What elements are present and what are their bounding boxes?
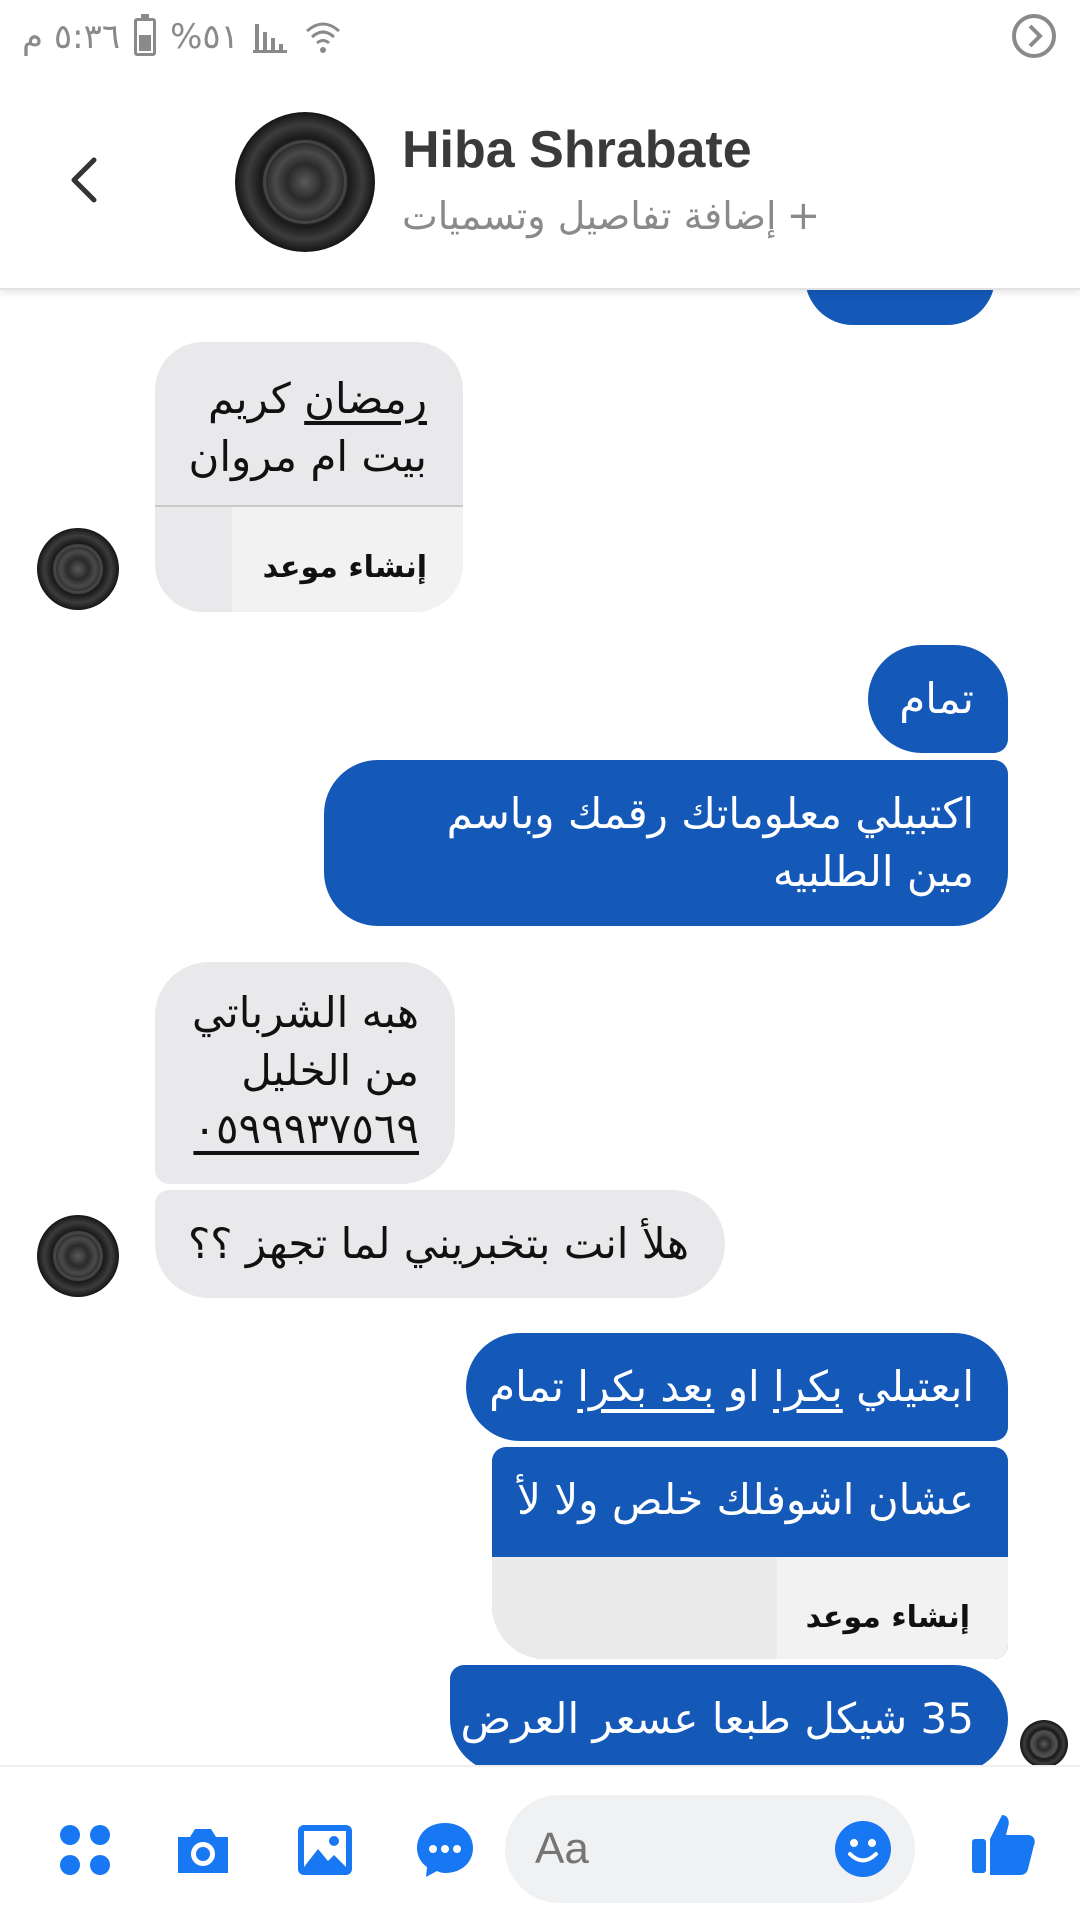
like-thumb-icon[interactable]	[968, 1809, 1038, 1879]
message-bubble-outgoing[interactable]: عشان اشوفلك خلص ولا لأ إنشاء موعد	[492, 1447, 1008, 1659]
message-bubble-incoming[interactable]: هبه الشرباتي من الخليل ٠٥٩٩٩٣٧٥٦٩	[155, 962, 455, 1184]
status-left: ٥:٣٦ م %٥١	[22, 12, 343, 62]
battery-percent: %٥١	[170, 17, 239, 57]
message-bubble-outgoing[interactable]: تمام	[868, 645, 1008, 753]
message-bubble-outgoing[interactable]: 35 شيكل طبعا عسعر العرض	[450, 1665, 1008, 1765]
contact-avatar[interactable]	[235, 112, 375, 252]
apps-menu-icon[interactable]	[54, 1819, 116, 1881]
message-text: ابعتيلي	[842, 1362, 974, 1411]
conversation-header: Hiba Shrabate إضافة تفاصيل وتسميات +	[0, 75, 1080, 290]
message-text: عشان اشوفلك خلص ولا لأ	[516, 1475, 974, 1524]
gallery-icon[interactable]	[294, 1819, 356, 1881]
wifi-icon	[305, 22, 340, 53]
message-text: 35 شيكل طبعا عسعر العرض	[460, 1694, 974, 1743]
message-text: او	[714, 1362, 774, 1411]
create-appointment-label: إنشاء موعد	[262, 550, 427, 585]
camera-icon[interactable]	[172, 1819, 234, 1881]
message-composer	[0, 1765, 1080, 1920]
signal-icon	[252, 24, 287, 53]
action-divider	[492, 1557, 777, 1659]
message-list[interactable]: رمضان كريم بيت ام مروان إنشاء موعد تمام …	[0, 290, 1080, 1765]
chat-bubble-icon[interactable]	[414, 1819, 476, 1881]
message-text-line: بيت ام مروان	[188, 432, 427, 481]
create-appointment-button[interactable]: إنشاء موعد	[492, 1557, 1008, 1659]
sender-avatar[interactable]	[37, 1215, 119, 1297]
add-details-label: إضافة تفاصيل وتسميات	[402, 194, 777, 238]
message-bubble-outgoing[interactable]: ابعتيلي بكرا او بعد بكرا تمام	[466, 1333, 1008, 1441]
message-bubble-outgoing[interactable]: اكتبيلي معلوماتك رقمك وباسم مين الطلبيه	[324, 760, 1008, 926]
emoji-icon[interactable]	[833, 1819, 893, 1879]
message-text: هلأ انت بتخبريني لما تجهز ؟؟	[187, 1219, 689, 1268]
back-arrow-icon[interactable]	[60, 150, 110, 210]
create-appointment-label: إنشاء موعد	[805, 1600, 970, 1635]
phone-number-link[interactable]: ٠٥٩٩٩٣٧٥٦٩	[192, 1100, 419, 1158]
message-text-line: من الخليل	[241, 1046, 419, 1095]
message-text-line: ابعتيلي بكرا او بعد بكرا تمام	[489, 1358, 974, 1416]
sender-avatar[interactable]	[37, 528, 119, 610]
status-bar: ٥:٣٦ م %٥١	[0, 0, 1080, 75]
message-text-line: هبه الشرباتي	[192, 988, 419, 1037]
message-text: اكتبيلي معلوماتك رقمك وباسم مين الطلبيه	[446, 789, 974, 896]
message-input-container[interactable]	[505, 1795, 915, 1903]
status-time: ٥:٣٦ م	[22, 17, 121, 57]
underlined-word[interactable]: بعد بكرا	[577, 1362, 714, 1411]
message-bubble-incoming[interactable]: رمضان كريم بيت ام مروان إنشاء موعد	[155, 342, 463, 612]
plus-icon: +	[786, 193, 821, 239]
message-text-line: رمضان كريم	[189, 370, 427, 428]
data-saver-icon	[1012, 14, 1056, 58]
message-text: تمام	[489, 1362, 578, 1411]
message-text: تمام	[899, 674, 974, 723]
message-bubble-incoming[interactable]: هلأ انت بتخبريني لما تجهز ؟؟	[155, 1190, 725, 1298]
create-appointment-button[interactable]: إنشاء موعد	[232, 507, 463, 612]
message-input[interactable]	[535, 1817, 815, 1881]
seen-indicator-avatar	[1020, 1720, 1068, 1765]
message-bubble-cutoff[interactable]	[805, 290, 995, 325]
underlined-word[interactable]: رمضان	[304, 374, 427, 423]
underlined-word[interactable]: بكرا	[773, 1362, 843, 1411]
add-details-link[interactable]: إضافة تفاصيل وتسميات +	[402, 193, 820, 239]
battery-icon	[134, 14, 157, 56]
message-text: كريم	[207, 374, 305, 423]
contact-name[interactable]: Hiba Shrabate	[402, 120, 752, 180]
